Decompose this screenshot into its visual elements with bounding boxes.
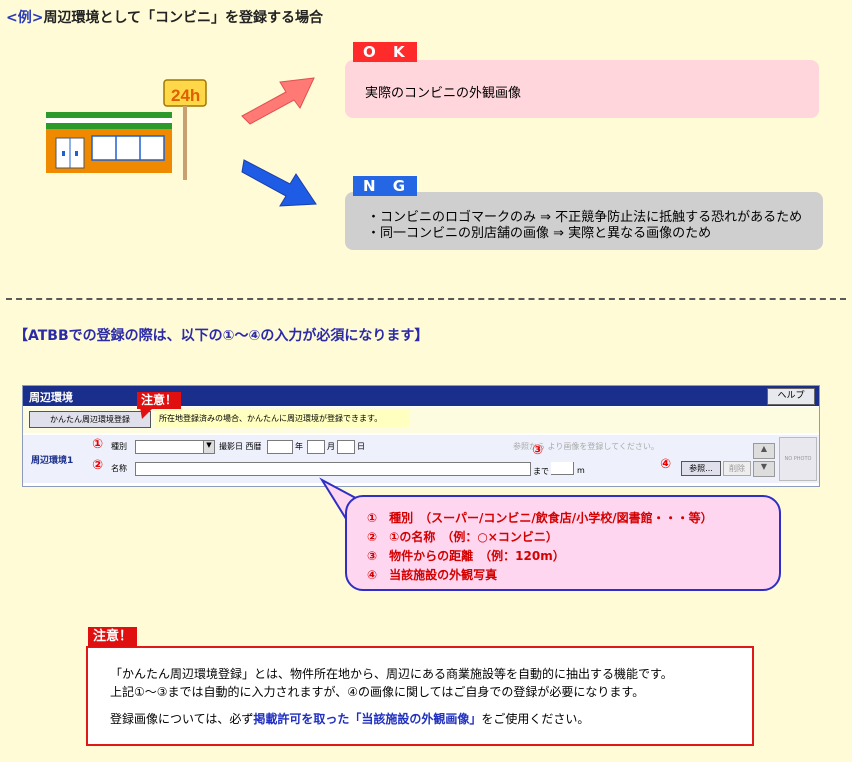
ng-arrow-icon bbox=[241, 159, 317, 207]
requirement-heading: 【ATBBでの登録の際は、以下の①～④の入力が必須になります】 bbox=[14, 328, 429, 344]
note-line-2: 上記①～③までは自動的に入力されますが、④の画像に関してはご自身での登録が必要に… bbox=[110, 685, 645, 699]
marker-1: ① bbox=[92, 437, 104, 452]
day-label: 日 bbox=[357, 442, 365, 451]
browse-button[interactable]: 参照... bbox=[681, 461, 721, 476]
required-fields-callout: ① 種別 （スーパー/コンビニ/飲食店/小学校/図書館・・・等） ② ①の名称 … bbox=[345, 495, 781, 591]
marker-3: ③ bbox=[532, 443, 544, 458]
distance-input[interactable] bbox=[551, 462, 574, 475]
meter-label: m bbox=[577, 466, 585, 475]
delete-button[interactable]: 削除 bbox=[723, 461, 751, 476]
callout-line-1: ① 種別 （スーパー/コンビニ/飲食店/小学校/図書館・・・等） bbox=[367, 511, 713, 525]
date-label: 撮影日 西暦 bbox=[219, 442, 262, 451]
month-input[interactable] bbox=[307, 440, 325, 454]
ok-box: 実際のコンビニの外観画像 bbox=[345, 60, 819, 118]
caution-pointer-icon bbox=[140, 407, 154, 419]
day-input[interactable] bbox=[337, 440, 355, 454]
page-title: <例>周辺環境として「コンビニ」を登録する場合 bbox=[6, 7, 323, 27]
ng-box: ・コンビニのロゴマークのみ ⇒ 不正競争防止法に抵触する恐れがあるため ・同一コ… bbox=[345, 192, 823, 250]
month-label: 月 bbox=[327, 442, 335, 451]
example-prefix: <例> bbox=[6, 10, 44, 26]
help-button[interactable]: ヘルプ bbox=[767, 388, 815, 405]
surroundings-row-1: 周辺環境1 種別 ▼ 撮影日 西暦 年 月 日 名称 参照から より画像を登録し… bbox=[23, 435, 819, 483]
callout-line-3: ③ 物件からの距離 （例：120m） bbox=[367, 549, 565, 563]
dashed-divider bbox=[6, 298, 846, 300]
callout-line-2: ② ①の名称 （例：○×コンビニ） bbox=[367, 530, 558, 544]
name-label: 名称 bbox=[111, 464, 127, 473]
note-caution-label: 注意！ bbox=[88, 627, 138, 647]
no-photo-placeholder: NO PHOTO bbox=[779, 437, 817, 481]
move-up-button[interactable]: ▲ bbox=[753, 443, 775, 459]
marker-2: ② bbox=[92, 458, 104, 473]
note-line-3: 登録画像については、必ず掲載許可を取った「当該施設の外観画像」をご使用ください。 bbox=[110, 710, 589, 727]
ok-arrow-icon bbox=[241, 77, 315, 125]
note-line-1: 「かんたん周辺環境登録」とは、物件所在地から、周辺にある商業施設等を自動的に抽出… bbox=[110, 667, 673, 681]
easy-register-button[interactable]: かんたん周辺環境登録 bbox=[29, 411, 151, 428]
title-text: 周辺環境として「コンビニ」を登録する場合 bbox=[43, 10, 324, 26]
distance-until-label: まで bbox=[533, 467, 549, 476]
type-label: 種別 bbox=[111, 442, 127, 451]
ok-badge: O K bbox=[353, 42, 417, 62]
easy-register-note: 所在地登録済みの場合、かんたんに周辺環境が登録できます。 bbox=[155, 410, 409, 427]
note-line-3-emphasis: 掲載許可を取った「当該施設の外観画像」 bbox=[253, 712, 482, 726]
name-input[interactable] bbox=[135, 462, 531, 476]
convenience-store-illustration: 24h bbox=[46, 79, 207, 180]
ok-text: 実際のコンビニの外観画像 bbox=[365, 86, 522, 101]
marker-4: ④ bbox=[660, 457, 672, 472]
note-line-3-pre: 登録画像については、必ず bbox=[110, 712, 254, 726]
row-label: 周辺環境1 bbox=[31, 456, 74, 466]
caution-note-box: 「かんたん周辺環境登録」とは、物件所在地から、周辺にある商業施設等を自動的に抽出… bbox=[86, 646, 754, 746]
move-down-button[interactable]: ▼ bbox=[753, 461, 775, 477]
callout-line-4: ④ 当該施設の外観写真 bbox=[367, 568, 498, 582]
store-sign-text: 24h bbox=[171, 86, 200, 105]
type-select-dropdown-icon[interactable]: ▼ bbox=[203, 440, 215, 454]
ng-line-2: ・同一コンビニの別店舗の画像 ⇒ 実際と異なる画像のため bbox=[367, 226, 712, 241]
year-label: 年 bbox=[295, 442, 303, 451]
panel-title: 周辺環境 bbox=[29, 391, 73, 404]
note-line-3-post: をご使用ください。 bbox=[481, 712, 590, 726]
year-input[interactable] bbox=[267, 440, 293, 454]
ng-badge: N G bbox=[353, 176, 418, 196]
